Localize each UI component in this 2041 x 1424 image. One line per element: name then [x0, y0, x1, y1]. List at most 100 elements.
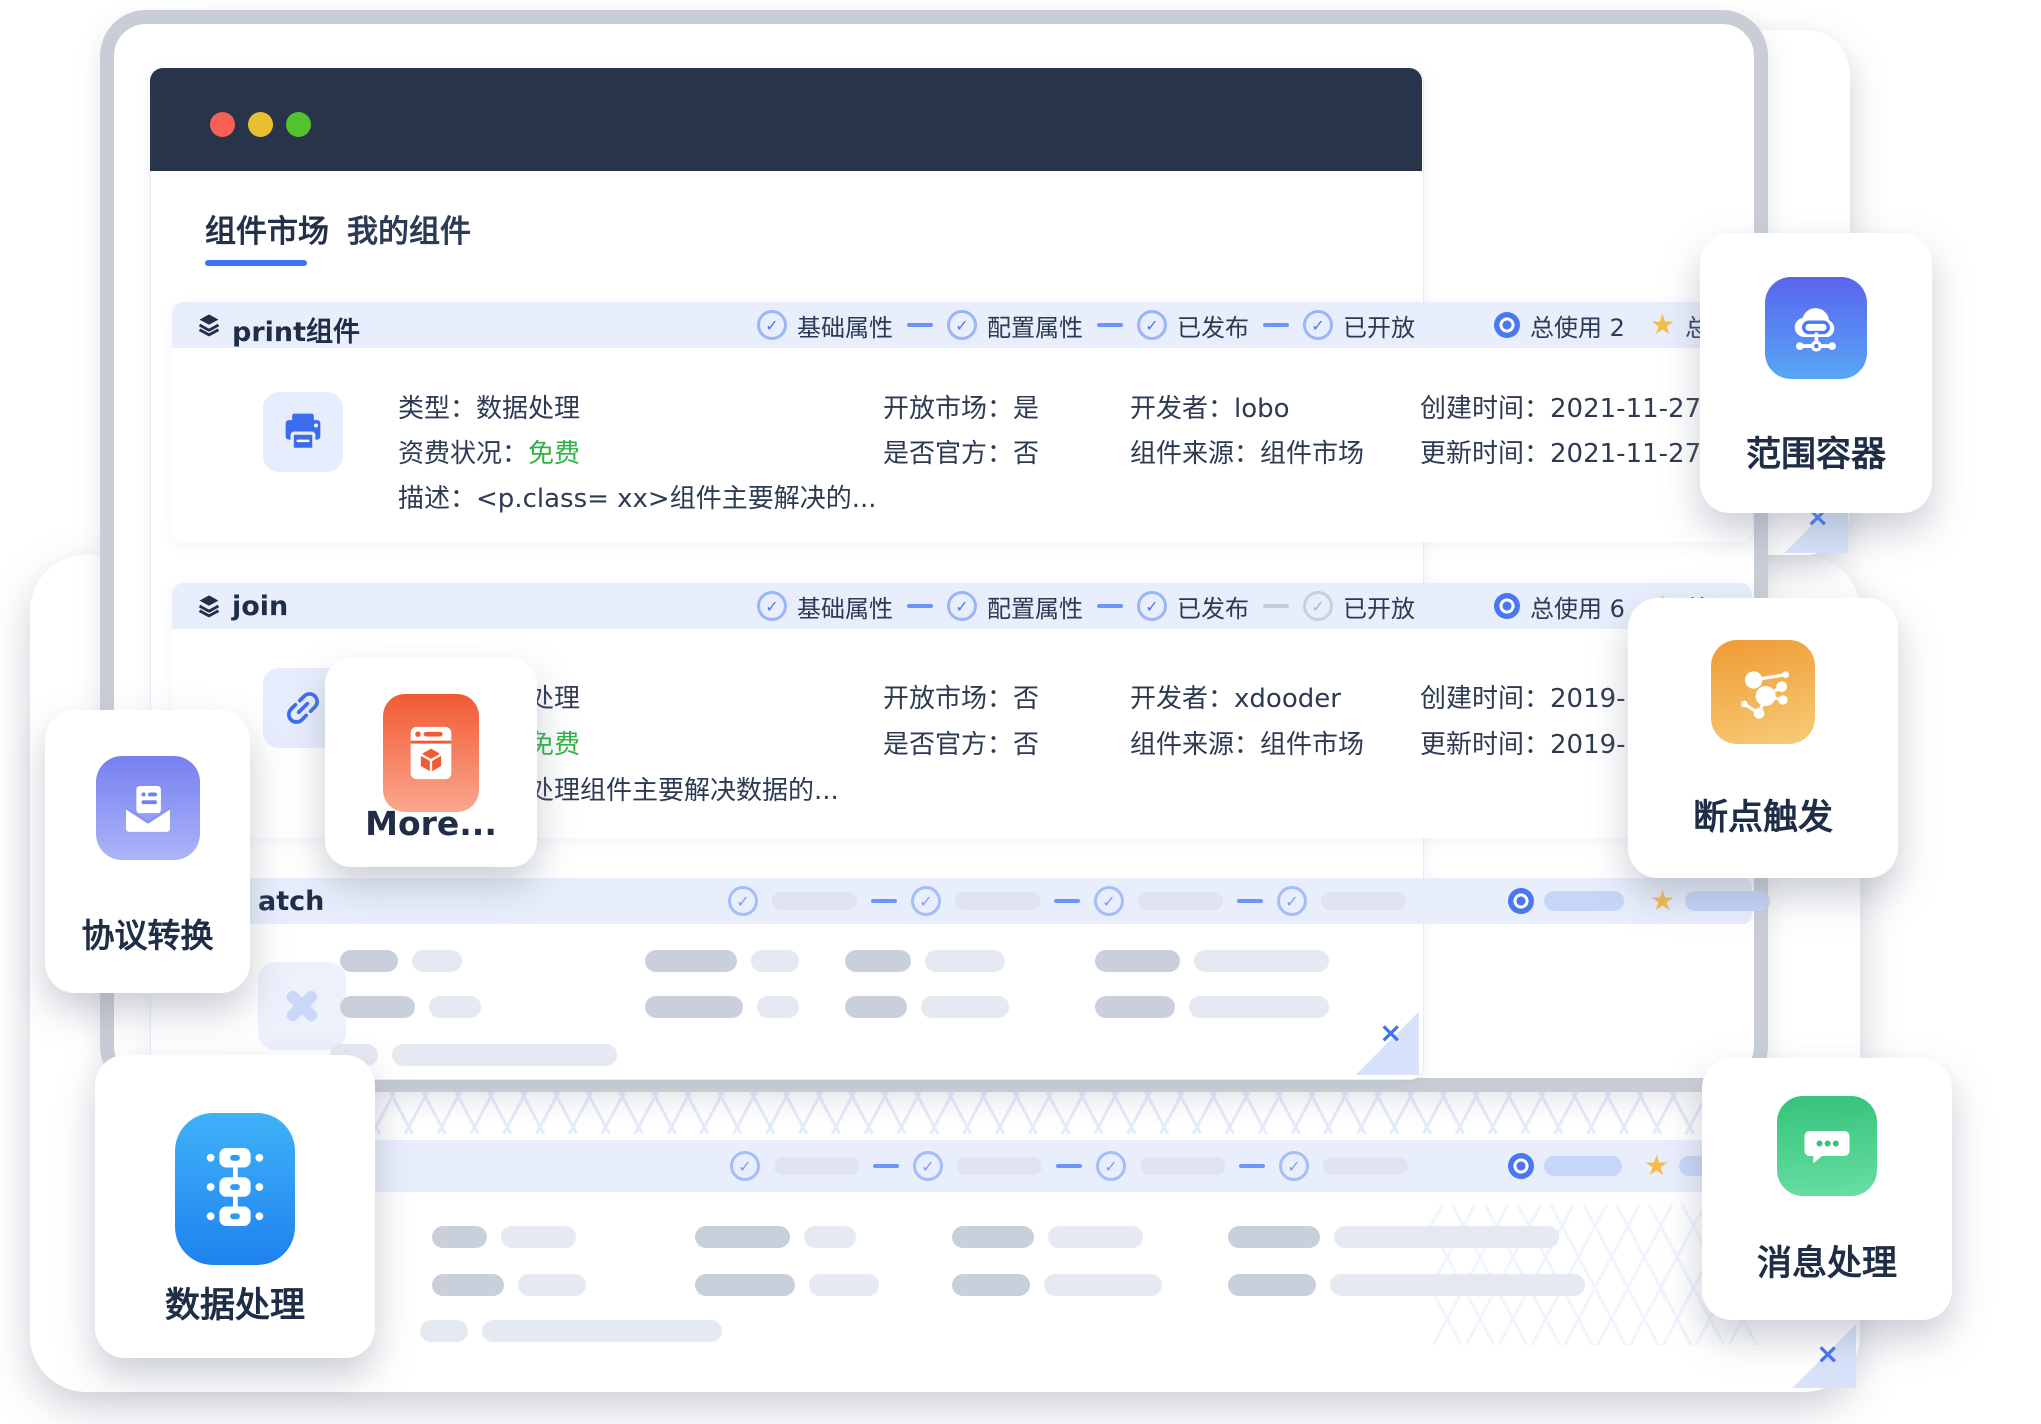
skeleton-list-item[interactable]: ✓ ✓ ✓ ✓ ★	[240, 1140, 1790, 1192]
skeleton-pill	[957, 1157, 1042, 1175]
app-cube-icon	[383, 694, 479, 812]
usage-eye-icon	[1494, 312, 1520, 338]
step-check-icon: ✓	[1137, 591, 1167, 621]
skeleton-pill	[1544, 891, 1624, 911]
usage-eye-icon	[1494, 593, 1520, 619]
skeleton-row	[1228, 1226, 1559, 1248]
fold-corner: ×	[1792, 1324, 1856, 1388]
tab-my-components[interactable]: 我的组件	[347, 206, 471, 251]
layers-icon	[196, 312, 222, 338]
floating-card-label: 数据处理	[95, 1277, 375, 1328]
window-titlebar	[150, 68, 1422, 171]
field-updated: 更新时间：2019-1	[1420, 724, 1642, 761]
floating-card-label: 协议转换	[45, 909, 250, 957]
tab-component-market[interactable]: 组件市场	[205, 206, 329, 251]
browser-window: ×	[150, 68, 1424, 1080]
close-icon[interactable]: ×	[1816, 1340, 1839, 1368]
floating-card-message-processing[interactable]: 消息处理	[1702, 1058, 1952, 1320]
skeleton-row	[1228, 1274, 1585, 1296]
floating-card-protocol-conversion[interactable]: 协议转换	[45, 710, 250, 993]
skeleton-row	[1095, 996, 1329, 1018]
card-header-band: print组件 ✓基础属性 ✓配置属性 ✓已发布 ✓已开放 总使用 2 ★总评	[172, 302, 1752, 348]
floating-card-label: 范围容器	[1700, 426, 1932, 477]
skeleton-row	[340, 996, 481, 1018]
cloud-network-icon	[1765, 277, 1867, 379]
skeleton-row	[420, 1320, 722, 1342]
floating-card-label: 断点触发	[1628, 789, 1898, 840]
floating-card-label: More...	[325, 804, 537, 843]
skeleton-pill	[774, 1157, 859, 1175]
skeleton-item-title: atch	[258, 886, 324, 917]
field-desc: 描述：<p.class= xx>组件主要解决的...	[398, 478, 877, 515]
layers-icon	[196, 593, 222, 619]
star-icon: ★	[1644, 1152, 1669, 1180]
skeleton-row	[952, 1274, 1162, 1296]
field-developer: 开发者：xdooder	[1130, 678, 1341, 715]
step-check-icon: ✓	[947, 591, 977, 621]
skeleton-row	[645, 950, 799, 972]
active-tab-underline	[205, 260, 307, 266]
step-check-icon: ✓	[757, 591, 787, 621]
field-fee: 资费状况：免费	[398, 433, 580, 470]
skeleton-pill	[1140, 1157, 1225, 1175]
floating-card-breakpoint-trigger[interactable]: 断点触发	[1628, 598, 1898, 878]
skeleton-row	[432, 1274, 586, 1296]
component-card-print[interactable]: print组件 ✓基础属性 ✓配置属性 ✓已发布 ✓已开放 总使用 2 ★总评 …	[172, 302, 1752, 542]
skeleton-row	[695, 1274, 879, 1296]
data-rows-icon	[175, 1113, 295, 1265]
field-source: 组件来源：组件市场	[1130, 724, 1364, 761]
skeleton-row	[695, 1226, 856, 1248]
molecule-icon	[1711, 640, 1815, 744]
fold-corner: ×	[1355, 1011, 1419, 1075]
field-official: 是否官方：否	[883, 433, 1039, 470]
skeleton-row	[845, 950, 1005, 972]
close-icon[interactable]: ×	[1379, 1019, 1402, 1047]
step-check-icon: ✓	[1303, 310, 1333, 340]
card-steps: ✓基础属性 ✓配置属性 ✓已发布 ✓已开放	[757, 302, 1415, 348]
floating-card-data-processing[interactable]: 数据处理	[95, 1055, 375, 1358]
field-source: 组件来源：组件市场	[1130, 433, 1364, 470]
field-open-market: 开放市场：是	[883, 388, 1039, 425]
skeleton-steps: ✓ ✓ ✓ ✓	[728, 878, 1406, 924]
skeleton-steps: ✓ ✓ ✓ ✓	[730, 1143, 1408, 1189]
step-check-icon: ✓	[1303, 591, 1333, 621]
usage-stat	[1508, 878, 1624, 924]
step-check-icon: ✓	[1137, 310, 1167, 340]
field-developer: 开发者：lobo	[1130, 388, 1290, 425]
rating-stat: ★	[1650, 878, 1770, 924]
skeleton-pill	[1544, 1156, 1622, 1176]
star-icon: ★	[1650, 887, 1675, 915]
card-title: join	[232, 591, 288, 622]
usage-eye-icon	[1508, 888, 1534, 914]
skeleton-row	[1095, 950, 1329, 972]
skeleton-pill	[955, 892, 1040, 910]
usage-eye-icon	[1508, 1153, 1534, 1179]
skeleton-pill	[1138, 892, 1223, 910]
floating-card-label: 消息处理	[1702, 1235, 1952, 1286]
skeleton-row	[340, 950, 462, 972]
field-open-market: 开放市场：否	[883, 678, 1039, 715]
skeleton-row	[330, 1044, 617, 1066]
skeleton-pill	[1685, 891, 1770, 911]
chevron-pattern	[250, 1086, 1750, 1134]
card-steps: ✓基础属性 ✓配置属性 ✓已发布 ✓已开放	[757, 583, 1415, 629]
skeleton-row	[845, 996, 1009, 1018]
skeleton-pill	[1323, 1157, 1408, 1175]
floating-card-more[interactable]: More...	[325, 658, 537, 867]
card-header-band: join ✓基础属性 ✓配置属性 ✓已发布 ✓已开放 总使用 6 ★总评	[172, 583, 1752, 629]
skeleton-row	[645, 996, 799, 1018]
skeleton-list-item[interactable]: atch ✓ ✓ ✓ ✓ ★	[172, 878, 1752, 924]
usage-stat: 总使用 6	[1494, 583, 1625, 629]
close-window-icon[interactable]	[210, 112, 235, 137]
skeleton-pill	[1321, 892, 1406, 910]
field-official: 是否官方：否	[883, 724, 1039, 761]
skeleton-row	[952, 1226, 1143, 1248]
field-type: 类型：数据处理	[398, 388, 580, 425]
maximize-window-icon[interactable]	[286, 112, 311, 137]
printer-icon	[263, 392, 343, 472]
minimize-window-icon[interactable]	[248, 112, 273, 137]
skeleton-row	[432, 1226, 576, 1248]
usage-stat	[1508, 1143, 1622, 1189]
step-check-icon: ✓	[757, 310, 787, 340]
floating-card-scope-container[interactable]: 范围容器	[1700, 233, 1932, 513]
